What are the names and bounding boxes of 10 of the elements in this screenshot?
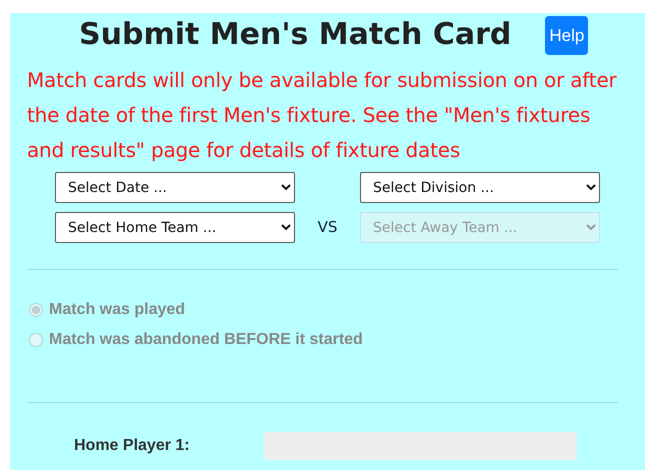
radio-label: Match was played — [49, 300, 186, 320]
vs-label: VS — [316, 217, 338, 238]
player-label: Home Player 1: — [74, 436, 191, 456]
page-title: Submit Men's Match Card — [79, 16, 512, 54]
select-field[interactable]: Select Date ... — [55, 172, 295, 203]
radio-label: Match was abandoned BEFORE it started — [49, 330, 363, 350]
select-field[interactable]: Select Division ... — [360, 172, 600, 203]
select-field[interactable]: Select Home Team ... — [55, 212, 295, 243]
help-button[interactable]: Help — [545, 16, 588, 54]
notice-text: Match cards will only be available for submission on or after the date of the first Men's fixture. See the "Men's fixtures and results" page for details of fixture dates — [27, 67, 618, 164]
